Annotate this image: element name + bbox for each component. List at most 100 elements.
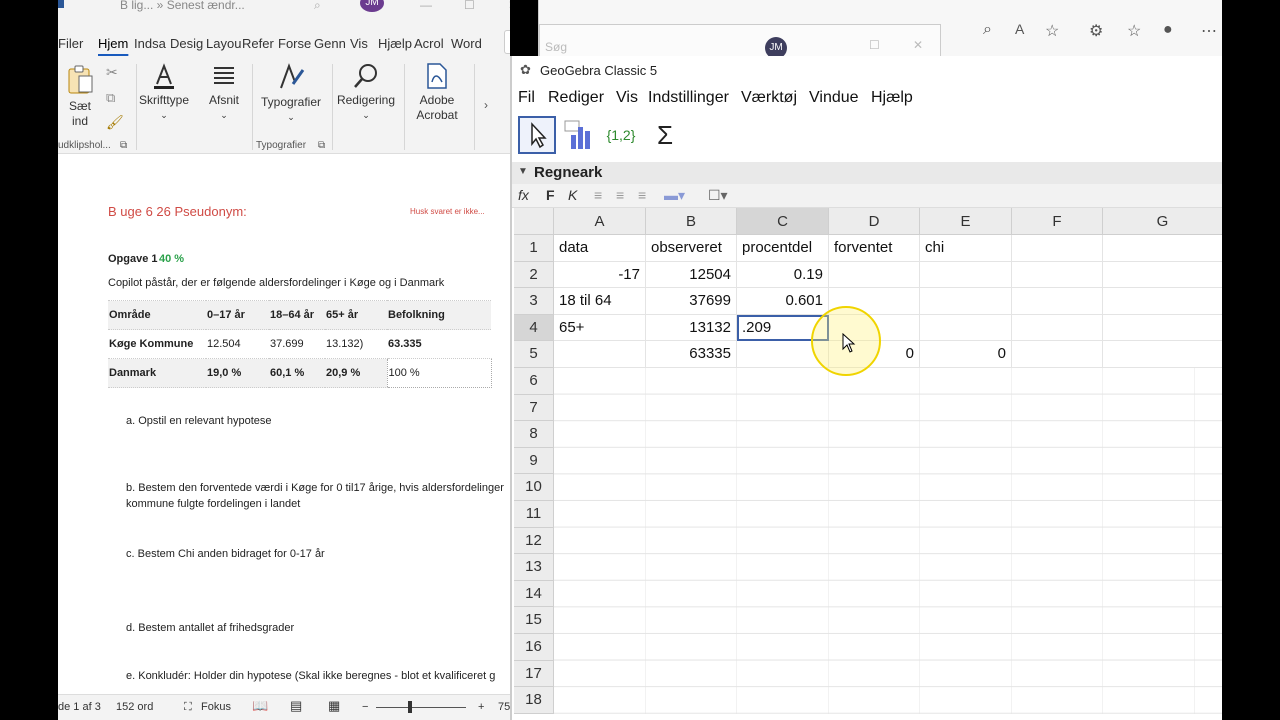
editing-button[interactable]: Redigering ⌄ (334, 62, 398, 123)
tab-layout[interactable]: Layou (206, 36, 241, 51)
column-header-g[interactable]: G (1103, 208, 1223, 235)
minimize-icon[interactable]: — (420, 0, 432, 12)
cell-f3[interactable] (1012, 288, 1103, 315)
close-icon[interactable]: ✕ (913, 38, 923, 52)
zoom-slider-thumb[interactable] (408, 701, 412, 713)
cell-e2[interactable] (920, 261, 1012, 289)
cell-a2[interactable]: -17 (554, 261, 646, 289)
tab-insert[interactable]: Indsa (134, 36, 166, 51)
tab-help[interactable]: Hjælp (378, 36, 412, 51)
profile-icon[interactable]: ● (1163, 21, 1173, 39)
cell-d1[interactable]: forventet (829, 235, 920, 262)
menu-edit[interactable]: Rediger (548, 89, 604, 107)
cell-a5[interactable] (554, 341, 646, 368)
column-header-d[interactable]: D (829, 208, 920, 235)
read-mode-icon[interactable]: 📖 (252, 698, 268, 714)
focus-button[interactable]: Fokus (201, 701, 231, 713)
read-aloud-icon[interactable]: A (1015, 21, 1024, 37)
italic-button[interactable]: K (568, 187, 577, 203)
ribbon-scroll-right-icon[interactable]: › (484, 98, 488, 112)
align-center-icon[interactable]: ≡ (616, 187, 624, 203)
page-count[interactable]: de 1 af 3 (58, 701, 101, 713)
one-variable-analysis-tool-button[interactable] (560, 116, 598, 154)
font-button[interactable]: Skrifttype ⌄ (136, 62, 192, 123)
cell-g3[interactable] (1103, 288, 1223, 315)
tab-word[interactable]: Word (451, 36, 482, 51)
align-right-icon[interactable]: ≡ (638, 187, 646, 203)
tab-home[interactable]: Hjem (98, 36, 128, 51)
cell-c3[interactable]: 0.601 (737, 288, 829, 315)
cell-b5[interactable]: 63335 (646, 341, 737, 368)
create-list-tool-button[interactable]: {1,2} (602, 116, 640, 154)
row-header[interactable]: 4 (514, 314, 554, 342)
row-header[interactable]: 16 (514, 634, 554, 661)
cell-g4[interactable] (1103, 314, 1223, 342)
row-header[interactable]: 11 (514, 501, 554, 528)
row-header[interactable]: 7 (514, 394, 554, 422)
favorites-icon[interactable]: ☆ (1127, 21, 1141, 41)
tab-file[interactable]: Filer (58, 36, 83, 51)
menu-options[interactable]: Indstillinger (648, 89, 729, 107)
tab-view[interactable]: Vis (350, 36, 368, 51)
zoom-in-icon[interactable]: + (478, 701, 484, 713)
tab-mailings[interactable]: Forse (278, 36, 311, 51)
styles-button[interactable]: Typografier ⌄ (254, 62, 328, 125)
tab-acrobat[interactable]: Acrol (414, 36, 444, 51)
focus-icon[interactable]: ⛶ (184, 701, 192, 714)
corner-cell[interactable] (514, 208, 554, 235)
row-header[interactable]: 1 (514, 235, 554, 262)
sum-tool-button[interactable]: Σ (646, 116, 684, 154)
column-header-e[interactable]: E (920, 208, 1012, 235)
row-header[interactable]: 5 (514, 341, 554, 368)
menu-help[interactable]: Hjælp (871, 89, 913, 107)
cell-g1[interactable] (1103, 235, 1223, 262)
web-layout-icon[interactable]: ▦ (328, 698, 340, 714)
row-header[interactable]: 18 (514, 687, 554, 714)
cell-f5[interactable] (1012, 341, 1103, 368)
cell-d2[interactable] (829, 261, 920, 289)
collapse-triangle-icon[interactable]: ▼ (518, 166, 528, 177)
align-left-icon[interactable]: ≡ (594, 187, 602, 203)
cell-b1[interactable]: observeret (646, 235, 737, 262)
row-header[interactable]: 15 (514, 607, 554, 634)
column-header-a[interactable]: A (554, 208, 646, 235)
column-header-c[interactable]: C (737, 208, 829, 235)
cell-b4[interactable]: 13132 (646, 314, 737, 342)
cell-f4[interactable] (1012, 314, 1103, 342)
row-header[interactable]: 10 (514, 474, 554, 501)
cell-f1[interactable] (1012, 235, 1103, 262)
menu-window[interactable]: Vindue (809, 89, 859, 107)
spreadsheet-panel-header[interactable]: ▼ Regneark (512, 162, 1224, 184)
row-header[interactable]: 14 (514, 580, 554, 608)
dialog-launcher-icon[interactable]: ⧉ (120, 140, 127, 151)
move-tool-button[interactable] (518, 116, 556, 154)
cell-g2[interactable] (1103, 261, 1223, 289)
row-header[interactable]: 3 (514, 288, 554, 315)
browser-search-input[interactable]: Søg (545, 40, 567, 54)
bold-button[interactable]: F (546, 187, 555, 203)
zoom-level[interactable]: 75 (498, 701, 510, 713)
row-header[interactable]: 2 (514, 261, 554, 289)
more-icon[interactable]: ⋯ (1201, 21, 1217, 41)
menu-tools[interactable]: Værktøj (741, 89, 797, 107)
zoom-out-icon[interactable]: − (362, 701, 368, 713)
empty-cells-area[interactable] (554, 368, 1223, 714)
search-icon[interactable]: ⌕ (314, 0, 321, 13)
tab-design[interactable]: Desig (170, 36, 203, 51)
dialog-launcher-icon[interactable]: ⧉ (318, 140, 325, 151)
adobe-acrobat-button[interactable]: Adobe Acrobat (406, 62, 468, 123)
user-avatar[interactable]: JM (360, 0, 384, 12)
zoom-icon[interactable]: ⌕ (983, 21, 992, 39)
ribbon-more-tabs-button[interactable]: › (504, 30, 510, 54)
border-icon[interactable]: ☐▾ (708, 187, 728, 204)
column-header-b[interactable]: B (646, 208, 737, 235)
cell-e4[interactable] (920, 314, 1012, 342)
zoom-slider[interactable] (376, 707, 466, 708)
word-count[interactable]: 152 ord (116, 701, 153, 713)
cut-icon[interactable]: ✂ (106, 64, 118, 81)
cell-a1[interactable]: data (554, 235, 646, 262)
row-header[interactable]: 17 (514, 660, 554, 688)
close-icon[interactable]: ✕ (508, 0, 510, 12)
minimize-icon[interactable]: ☐ (869, 38, 880, 52)
paste-button[interactable]: Sæt ind (62, 64, 98, 129)
